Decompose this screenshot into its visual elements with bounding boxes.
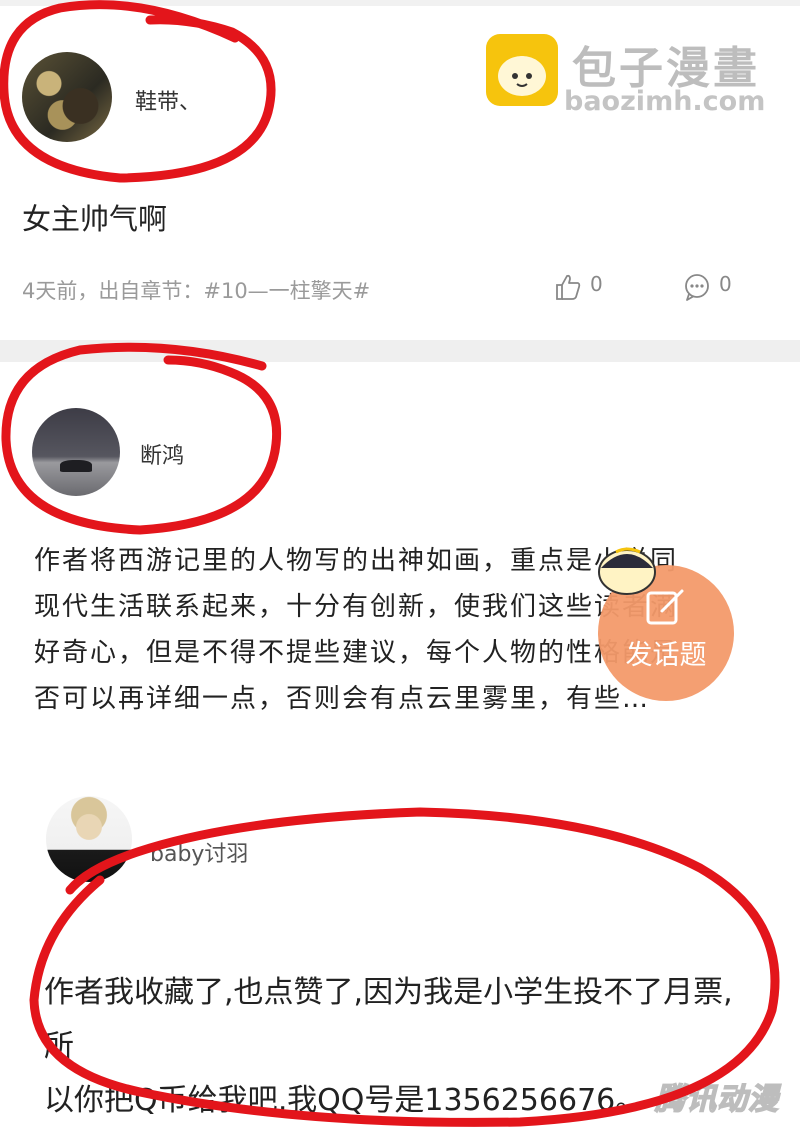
avatar[interactable] [46,796,132,882]
comment-line: 以你把Q币给我吧,我QQ号是1356256676。 [44,1083,646,1118]
username[interactable]: baby讨羽 [150,836,248,868]
post-topic-label: 发话题 [625,640,707,671]
comment-text: 女主帅气啊 [22,202,168,236]
avatar[interactable] [22,52,112,142]
username[interactable]: 断鸿 [140,438,184,470]
avatar[interactable] [32,408,120,496]
bun-logo-icon [486,34,558,106]
thumbs-up-icon[interactable] [553,272,583,302]
reply-count: 0 [719,272,732,296]
top-divider [0,0,800,6]
comment-bubble-icon[interactable] [682,272,712,302]
like-count: 0 [590,272,603,296]
username[interactable]: 鞋带、 [135,84,201,116]
watermark: 腾讯动漫 [654,1081,779,1118]
comment-line: 作者我收藏了,也点赞了,因为我是小学生投不了月票,所 [44,975,733,1064]
comment-text: 作者我收藏了,也点赞了,因为我是小学生投不了月票,所 以你把Q币给我吧,我QQ号… [44,966,744,1128]
section-divider [0,340,800,362]
comment-meta: 4天前，出自章节：#10—一柱擎天# [22,279,371,303]
edit-icon [644,585,688,629]
brand-url: baozimh.com [564,86,766,117]
